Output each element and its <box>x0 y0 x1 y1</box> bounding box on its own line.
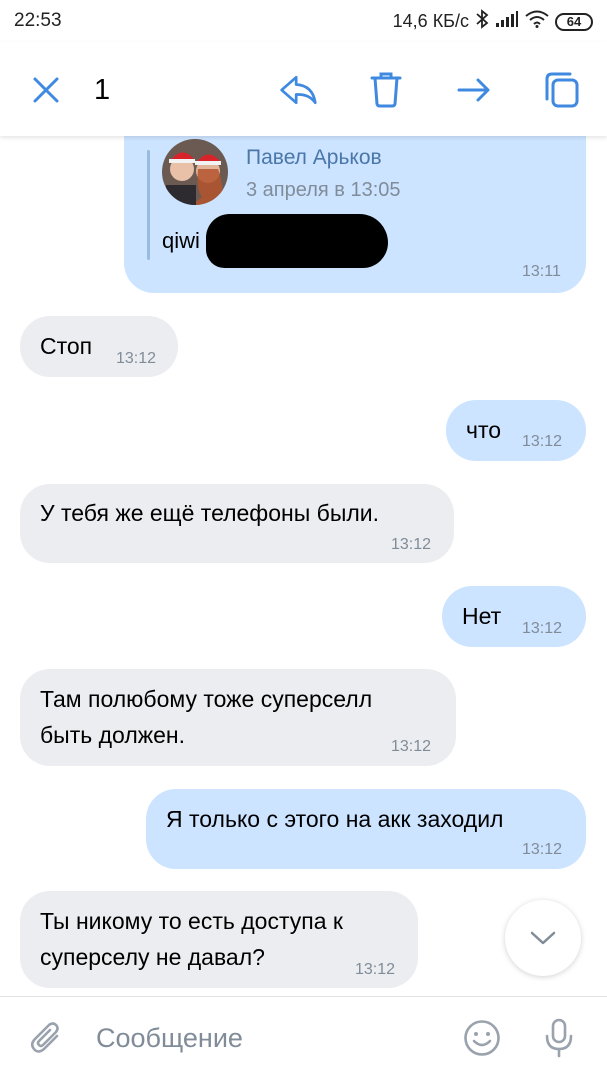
copy-icon <box>545 72 579 108</box>
attach-button[interactable] <box>26 1017 68 1059</box>
forward-icon <box>457 78 490 102</box>
message-time: 13:12 <box>391 738 432 755</box>
battery-icon: 64 <box>555 12 593 31</box>
message-text: суперселу не давал? <box>40 944 265 970</box>
status-indicators: 14,6 КБ/с 64 <box>393 9 593 34</box>
avatar[interactable] <box>162 139 228 205</box>
chevron-down-icon <box>530 931 556 945</box>
forward-text: qiwi <box>162 228 200 253</box>
status-bar: 22:53 14,6 КБ/с 64 <box>0 0 607 42</box>
signal-icon <box>495 10 519 33</box>
forward-author-name[interactable]: Павел Арьков <box>246 146 382 170</box>
message-time: 13:12 <box>355 961 396 978</box>
message-bubble[interactable]: Там полюбому тоже суперселл быть должен.… <box>20 669 456 766</box>
message-text: Нет <box>462 603 502 629</box>
copy-button[interactable] <box>542 70 582 110</box>
message-bubble[interactable]: Ты никому то есть доступа к суперселу не… <box>20 891 418 988</box>
message-composer <box>0 996 607 1080</box>
forward-button[interactable] <box>454 70 494 110</box>
emoji-button[interactable] <box>461 1017 503 1059</box>
message-text: Там полюбому тоже суперселл <box>40 686 373 712</box>
message-text: Ты никому то есть доступа к <box>40 908 343 934</box>
wifi-icon <box>525 10 549 33</box>
message-time: 13:12 <box>116 350 157 367</box>
message-time: 13:12 <box>522 620 563 637</box>
message-list[interactable]: Павел Арьков 3 апреля в 13:05 qiwi 13:11… <box>0 136 607 996</box>
bluetooth-icon <box>475 9 489 34</box>
message-bubble[interactable]: Стоп 13:12 <box>20 316 178 377</box>
close-button[interactable] <box>26 70 66 110</box>
delete-icon <box>370 72 402 108</box>
redaction-mark <box>206 214 388 268</box>
emoji-icon <box>464 1020 500 1056</box>
forward-quote-bar <box>147 150 150 260</box>
selection-toolbar: 1 <box>0 42 607 136</box>
selected-count: 1 <box>94 74 111 106</box>
message-text: что <box>466 417 502 443</box>
close-icon <box>33 77 59 103</box>
message-text: Стоп <box>40 333 93 359</box>
status-time: 22:53 <box>14 10 62 31</box>
message-time: 13:11 <box>522 263 561 280</box>
scroll-to-bottom-button[interactable] <box>505 900 581 976</box>
message-bubble[interactable]: Я только с этого на акк заходил 13:12 <box>146 789 586 869</box>
forward-date: 3 апреля в 13:05 <box>246 179 401 201</box>
message-text: У тебя же ещё телефоны были. <box>40 500 380 526</box>
reply-icon <box>280 75 317 105</box>
message-text: быть должен. <box>40 722 186 748</box>
delete-button[interactable] <box>366 70 406 110</box>
microphone-icon <box>545 1018 573 1058</box>
message-time: 13:12 <box>391 536 432 553</box>
message-bubble[interactable]: что 13:12 <box>446 400 586 461</box>
message-time: 13:12 <box>522 841 563 858</box>
message-bubble[interactable]: У тебя же ещё телефоны были. 13:12 <box>20 484 454 563</box>
network-speed: 14,6 КБ/с <box>392 11 469 31</box>
voice-message-button[interactable] <box>538 1017 580 1059</box>
message-input[interactable] <box>96 1017 436 1059</box>
reply-button[interactable] <box>278 70 318 110</box>
message-time: 13:12 <box>522 433 563 450</box>
message-bubble[interactable]: Нет 13:12 <box>442 586 586 647</box>
message-text: Я только с этого на акк заходил <box>166 806 504 832</box>
attach-icon <box>30 1022 59 1053</box>
